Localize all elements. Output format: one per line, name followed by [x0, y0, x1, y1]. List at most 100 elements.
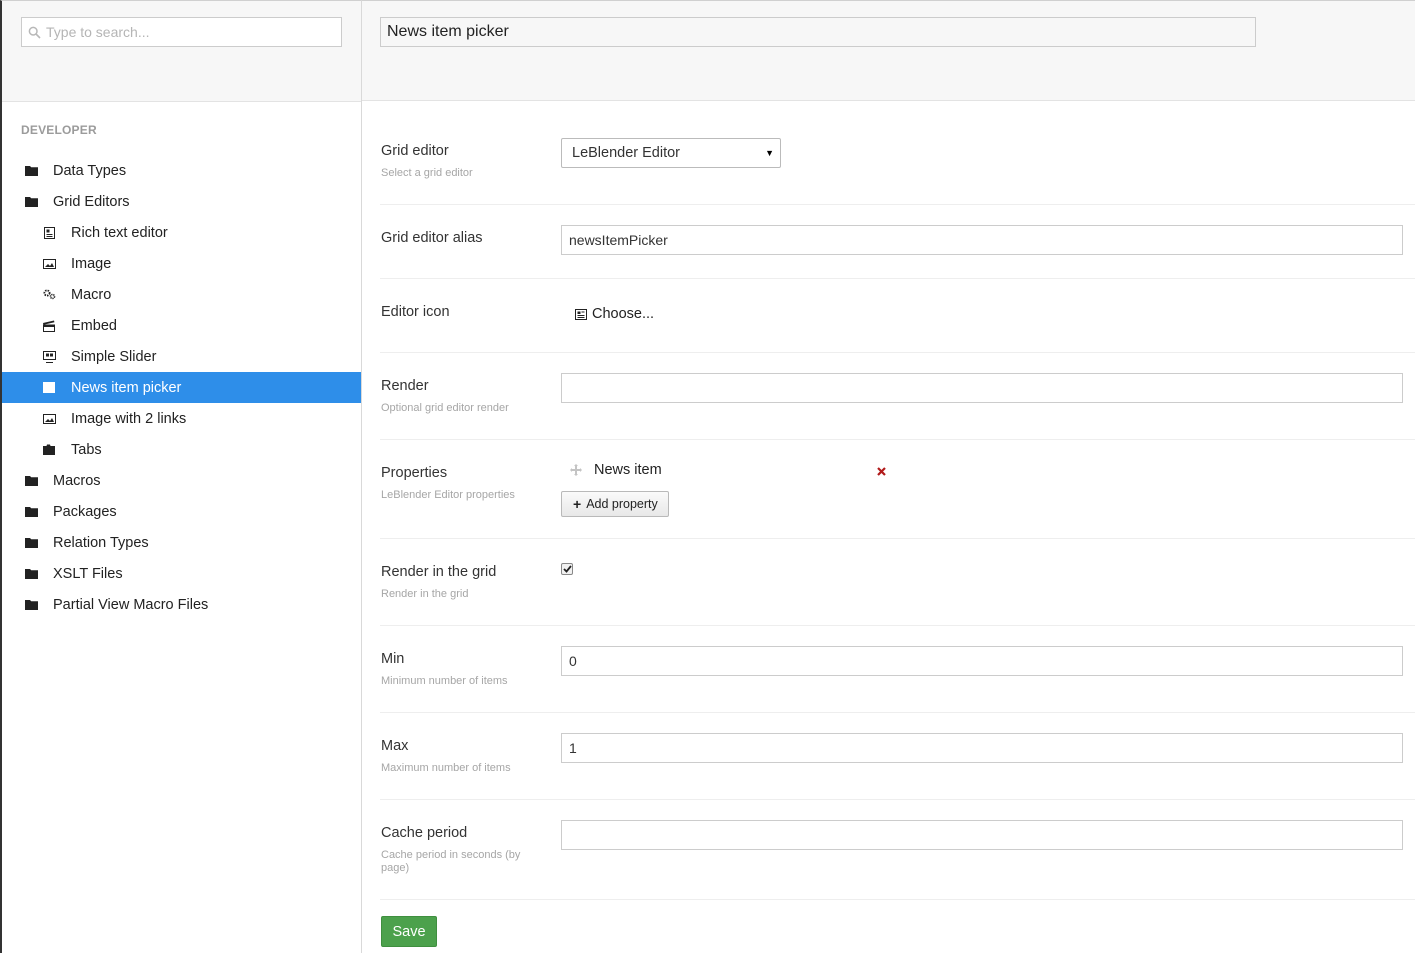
newspaper-icon	[575, 308, 587, 320]
tree-item-label: Partial View Macro Files	[53, 596, 209, 613]
dropdown-arrow-icon: ▼	[765, 148, 774, 158]
editor-icon-label: Editor icon	[381, 304, 450, 320]
editor-header	[362, 0, 1415, 101]
search-icon	[28, 26, 41, 39]
newspaper-icon	[42, 381, 56, 395]
grid-editor-selected-value: LeBlender Editor	[572, 145, 681, 161]
tree-item-simple-slider[interactable]: Simple Slider	[2, 341, 361, 372]
tree-item-embed[interactable]: Embed	[2, 310, 361, 341]
section-title: DEVELOPER	[21, 123, 97, 137]
grid-editor-row: Grid editor Select a grid editor LeBlend…	[380, 138, 1415, 205]
properties-description: LeBlender Editor properties	[381, 489, 515, 501]
tree-item-label: Macros	[53, 472, 101, 489]
tree-item-label: Embed	[71, 317, 117, 334]
plus-icon: +	[573, 496, 582, 512]
folder-icon	[24, 567, 38, 581]
render-input[interactable]	[561, 373, 1403, 403]
property-item-label: News item	[594, 462, 662, 478]
render-in-grid-description: Render in the grid	[381, 588, 469, 600]
tree-item-xslt-files[interactable]: XSLT Files	[2, 558, 361, 589]
search-box[interactable]	[21, 17, 342, 47]
tree-item-label: Image	[71, 255, 112, 272]
tree-item-label: XSLT Files	[53, 565, 123, 582]
tree-item-label: Image with 2 links	[71, 410, 187, 427]
tree-header	[2, 1, 361, 102]
tree-item-packages[interactable]: Packages	[2, 496, 361, 527]
drag-handle-icon[interactable]	[570, 464, 582, 476]
grid-editor-alias-label: Grid editor alias	[381, 230, 483, 246]
tree-item-image-with-2-links[interactable]: Image with 2 links	[2, 403, 361, 434]
properties-row: Properties LeBlender Editor properties N…	[380, 460, 1415, 539]
render-in-grid-label: Render in the grid	[381, 564, 497, 580]
folder-icon	[24, 195, 38, 209]
max-input[interactable]	[561, 733, 1403, 763]
tree-item-label: Tabs	[71, 441, 102, 458]
tree-item-macro[interactable]: Macro	[2, 279, 361, 310]
folder-icon	[24, 598, 38, 612]
search-input[interactable]	[46, 18, 336, 46]
tree-item-label: Macro	[71, 286, 112, 303]
picture-icon	[42, 257, 56, 271]
folder-icon	[24, 474, 38, 488]
tree-item-data-types[interactable]: Data Types	[2, 155, 361, 186]
tree-item-partial-view-macro-files[interactable]: Partial View Macro Files	[2, 589, 361, 620]
editor-panel: Grid editor Select a grid editor LeBlend…	[362, 0, 1415, 953]
grid-editor-alias-input[interactable]	[561, 225, 1403, 255]
grid-editor-alias-row: Grid editor alias	[380, 225, 1415, 279]
save-button[interactable]: Save	[381, 916, 437, 947]
tree-item-label: News item picker	[71, 379, 182, 396]
choose-icon-link[interactable]: Choose...	[575, 306, 654, 322]
slideshow-icon	[42, 350, 56, 364]
tabs-icon	[42, 443, 56, 457]
property-item[interactable]: News item	[570, 462, 662, 478]
min-description: Minimum number of items	[381, 675, 508, 687]
max-row: Max Maximum number of items	[380, 733, 1415, 800]
grid-editor-label: Grid editor	[381, 143, 449, 159]
tree-item-grid-editors[interactable]: Grid Editors	[2, 186, 361, 217]
choose-icon-label: Choose...	[592, 306, 655, 322]
grid-editor-select[interactable]: LeBlender Editor ▼	[561, 138, 781, 168]
add-property-button[interactable]: + Add property	[561, 491, 669, 517]
tree-item-label: Rich text editor	[71, 224, 168, 241]
render-in-grid-checkbox[interactable]	[561, 563, 573, 575]
editor-name-input[interactable]	[380, 17, 1256, 47]
tree-item-relation-types[interactable]: Relation Types	[2, 527, 361, 558]
cache-period-description: Cache period in seconds (by page)	[381, 849, 521, 874]
tree-item-rich-text-editor[interactable]: Rich text editor	[2, 217, 361, 248]
tree-item-news-item-picker[interactable]: News item picker	[2, 372, 361, 403]
clapperboard-icon	[42, 319, 56, 333]
properties-label: Properties	[381, 465, 448, 481]
render-row: Render Optional grid editor render	[380, 373, 1415, 440]
max-label: Max	[381, 738, 409, 754]
remove-property-icon[interactable]	[877, 463, 886, 481]
settings-icon	[42, 288, 56, 302]
tree-item-image[interactable]: Image	[2, 248, 361, 279]
render-label: Render	[381, 378, 429, 394]
tree-item-label: Data Types	[53, 162, 127, 179]
check-icon	[562, 565, 572, 573]
add-property-label: Add property	[586, 497, 658, 511]
tree-panel: DEVELOPER Data Types Grid Editors Rich t…	[0, 0, 362, 953]
cache-period-input[interactable]	[561, 820, 1403, 850]
tree-item-label: Simple Slider	[71, 348, 157, 365]
folder-icon	[24, 505, 38, 519]
render-in-grid-row: Render in the grid Render in the grid	[380, 559, 1415, 626]
render-description: Optional grid editor render	[381, 402, 509, 414]
tree-item-tabs[interactable]: Tabs	[2, 434, 361, 465]
tree-item-macros[interactable]: Macros	[2, 465, 361, 496]
document-icon	[42, 226, 56, 240]
min-row: Min Minimum number of items	[380, 646, 1415, 713]
tree-list: Data Types Grid Editors Rich text editor…	[2, 155, 361, 620]
folder-icon	[24, 536, 38, 550]
tree-item-label: Packages	[53, 503, 117, 520]
max-description: Maximum number of items	[381, 762, 511, 774]
tree-item-label: Relation Types	[53, 534, 149, 551]
folder-icon	[24, 164, 38, 178]
cache-period-label: Cache period	[381, 825, 468, 841]
editor-icon-row: Editor icon Choose...	[380, 299, 1415, 353]
cache-period-row: Cache period Cache period in seconds (by…	[380, 820, 1415, 900]
grid-editor-description: Select a grid editor	[381, 167, 473, 179]
picture-icon	[42, 412, 56, 426]
tree-item-label: Grid Editors	[53, 193, 130, 210]
min-input[interactable]	[561, 646, 1403, 676]
